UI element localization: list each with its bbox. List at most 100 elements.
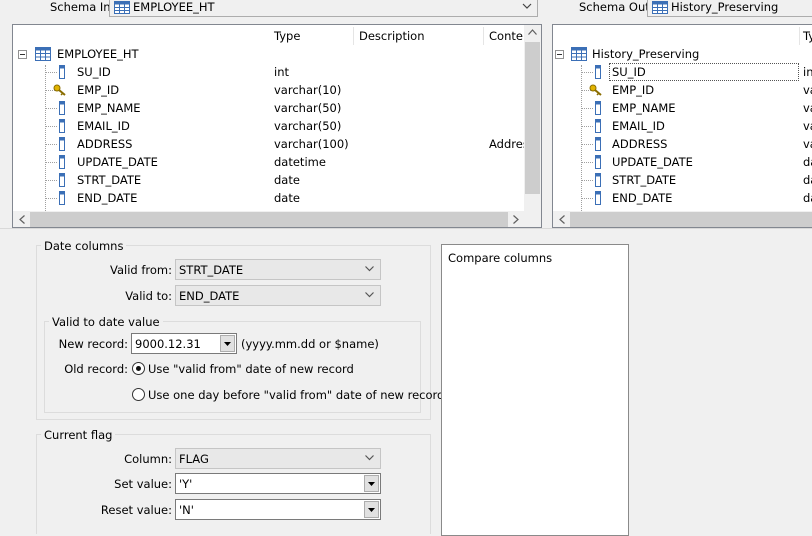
scroll-left-icon[interactable] <box>19 215 25 224</box>
field-type: va <box>803 83 812 97</box>
scroll-left-icon[interactable] <box>559 215 565 224</box>
field-name: STRT_DATE <box>612 173 677 187</box>
tree-field-row[interactable]: STRT_DATE date <box>13 171 541 189</box>
tree-field-row[interactable]: ADDRESS va <box>553 135 812 153</box>
table-icon <box>652 0 668 14</box>
field-type: varchar(10) <box>274 83 342 97</box>
column-icon <box>595 191 601 205</box>
key-icon <box>53 84 66 96</box>
dropdown-button[interactable] <box>364 475 379 492</box>
column-icon <box>59 155 65 169</box>
column-icon <box>59 137 65 151</box>
tree-field-row[interactable]: END_DATE da <box>553 189 812 207</box>
column-icon <box>595 119 601 133</box>
column-header-type[interactable]: Ty <box>803 29 812 43</box>
schema-out-label: Schema Out: <box>579 0 654 14</box>
tree-root-row[interactable]: EMPLOYEE_HT <box>13 45 541 63</box>
tree-field-row-selected[interactable]: SU_ID in <box>553 63 812 81</box>
tree-field-row[interactable]: EMAIL_ID va <box>553 117 812 135</box>
new-record-select[interactable]: 9000.12.31 <box>131 333 237 354</box>
use-valid-from-label[interactable]: Use "valid from" date of new record <box>148 362 354 376</box>
valid-to-select[interactable]: END_DATE <box>175 285 381 306</box>
triangle-down-icon <box>368 482 375 486</box>
field-name: UPDATE_DATE <box>612 155 693 169</box>
field-type: varchar(50) <box>274 101 342 115</box>
pane-splitter[interactable] <box>0 228 812 234</box>
horizontal-scrollbar[interactable] <box>553 211 812 227</box>
field-name: EMP_ID <box>77 83 120 97</box>
tree-field-row[interactable]: END_DATE date <box>13 189 541 207</box>
field-name: END_DATE <box>612 191 673 205</box>
tree-field-row[interactable]: ADDRESS varchar(100) Addres <box>13 135 541 153</box>
field-type: int <box>274 65 289 79</box>
tree-field-row[interactable]: EMP_ID va <box>553 81 812 99</box>
chevron-down-icon <box>365 266 374 272</box>
scrollbar-thumb[interactable] <box>525 42 540 194</box>
tree-field-row[interactable]: STRT_DATE da <box>553 171 812 189</box>
column-icon <box>595 173 601 187</box>
compare-columns-list[interactable]: Compare columns <box>441 244 629 536</box>
field-name: SU_ID <box>77 65 111 79</box>
flag-column-select[interactable]: FLAG <box>175 448 381 469</box>
column-separator[interactable] <box>353 27 354 45</box>
valid-from-label: Valid from: <box>109 263 172 277</box>
date-columns-title: Date columns <box>41 239 127 253</box>
tree-field-row[interactable]: EMP_NAME va <box>553 99 812 117</box>
column-separator[interactable] <box>483 27 484 45</box>
table-icon <box>35 47 51 61</box>
schema-out-select[interactable]: History_Preserving <box>647 0 812 17</box>
schema-out-tree[interactable]: Ty History_Preserving SU_ID in <box>552 24 812 228</box>
dropdown-button[interactable] <box>220 335 235 352</box>
field-content: Addres <box>489 137 529 151</box>
set-value-select[interactable]: 'Y' <box>175 473 381 494</box>
tree-root-row[interactable]: History_Preserving <box>553 45 812 63</box>
compare-columns-title: Compare columns <box>448 251 553 265</box>
tree-field-row[interactable]: SU_ID int <box>13 63 541 81</box>
new-record-format-hint: (yyyy.mm.dd or $name) <box>241 337 379 351</box>
use-day-before-radio[interactable] <box>132 388 145 401</box>
schema-in-select[interactable]: EMPLOYEE_HT <box>109 0 538 17</box>
scrollbar-thumb[interactable] <box>570 212 812 227</box>
field-type: da <box>803 191 812 205</box>
valid-from-value: STRT_DATE <box>179 263 244 277</box>
tree-field-row[interactable]: EMP_ID varchar(10) <box>13 81 541 99</box>
dropdown-button[interactable] <box>364 501 379 518</box>
column-header-content[interactable]: Conter <box>489 29 528 43</box>
vertical-scrollbar[interactable] <box>524 25 541 211</box>
scrollbar-thumb[interactable] <box>30 212 508 227</box>
collapse-icon[interactable] <box>18 50 27 59</box>
chevron-down-icon <box>365 455 374 461</box>
chevron-down-icon <box>365 292 374 298</box>
reset-value-select[interactable]: 'N' <box>175 499 381 520</box>
collapse-icon[interactable] <box>555 50 564 59</box>
tree-field-row[interactable]: UPDATE_DATE da <box>553 153 812 171</box>
column-header-type[interactable]: Type <box>274 29 300 43</box>
tree-root-label: History_Preserving <box>592 47 700 61</box>
flag-column-label: Column: <box>124 452 172 466</box>
table-icon <box>114 0 130 14</box>
scroll-right-icon[interactable] <box>513 215 519 224</box>
reset-value-label: Reset value: <box>100 503 172 517</box>
schema-out-pane: Schema Out: History_Preserving Ty <box>547 0 812 228</box>
field-name: EMP_NAME <box>612 101 676 115</box>
table-icon <box>571 47 587 61</box>
tree-field-row[interactable]: UPDATE_DATE datetime <box>13 153 541 171</box>
reset-value-value: 'N' <box>179 503 194 517</box>
field-type: date <box>274 191 300 205</box>
tree-field-row[interactable]: EMAIL_ID varchar(50) <box>13 117 541 135</box>
column-icon <box>59 101 65 115</box>
current-flag-title: Current flag <box>41 428 116 442</box>
column-header-description[interactable]: Description <box>359 29 425 43</box>
field-type: date <box>274 173 300 187</box>
tree-field-row[interactable]: EMP_NAME varchar(50) <box>13 99 541 117</box>
valid-from-select[interactable]: STRT_DATE <box>175 259 381 280</box>
use-day-before-label[interactable]: Use one day before "valid from" date of … <box>148 388 444 402</box>
column-icon <box>59 65 65 79</box>
key-icon <box>589 84 602 96</box>
column-separator[interactable] <box>799 27 800 45</box>
schema-in-tree[interactable]: Type Description Conter EMPLOYEE_HT SU_I… <box>12 24 542 228</box>
column-icon <box>59 119 65 133</box>
horizontal-scrollbar[interactable] <box>13 211 541 227</box>
scroll-up-icon[interactable] <box>528 29 537 35</box>
use-valid-from-radio[interactable] <box>132 362 145 375</box>
